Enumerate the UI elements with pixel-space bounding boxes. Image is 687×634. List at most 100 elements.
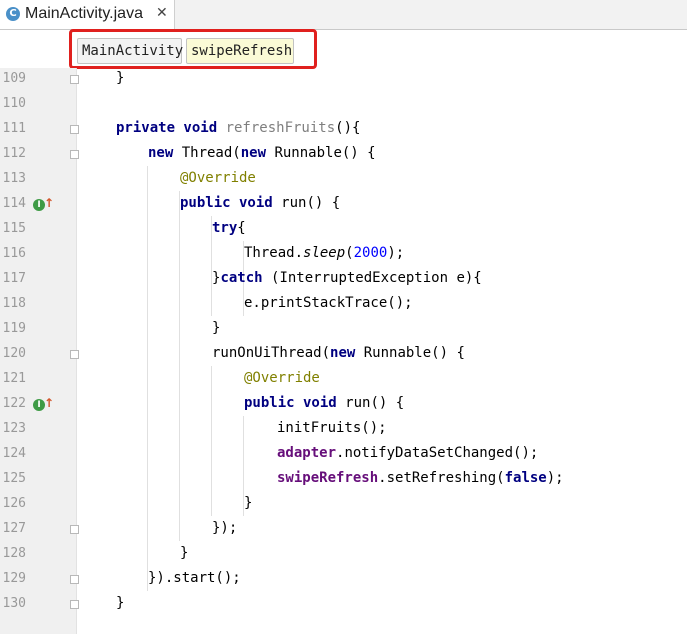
- code-token: }: [116, 70, 125, 86]
- code-line-114[interactable]: public void run() {: [180, 191, 340, 216]
- line-number: 121: [2, 371, 26, 386]
- code-token: @Override: [244, 370, 320, 386]
- close-icon[interactable]: ✕: [156, 5, 168, 21]
- code-token: Thread.: [244, 245, 304, 261]
- line-number: 119: [2, 321, 26, 336]
- code-token: refreshFruits: [225, 120, 336, 136]
- code-token: public void: [244, 395, 346, 411]
- code-line-126[interactable]: }: [244, 491, 252, 516]
- code-token: }).start();: [148, 570, 241, 586]
- code-line-123[interactable]: initFruits();: [277, 416, 387, 441]
- code-line-127[interactable]: });: [212, 516, 237, 541]
- line-number: 117: [2, 271, 26, 286]
- code-line-120[interactable]: runOnUiThread(new Runnable() {: [212, 341, 465, 366]
- line-number: 129: [2, 571, 26, 586]
- code-token: run() {: [281, 195, 341, 211]
- code-line-113[interactable]: @Override: [180, 166, 256, 191]
- code-token: @Override: [180, 170, 256, 186]
- up-arrow-icon: ↑: [44, 396, 55, 410]
- code-token: new: [240, 145, 275, 161]
- code-token: 2000: [353, 245, 388, 261]
- line-number: 118: [2, 296, 26, 311]
- code-token: e.printStackTrace();: [244, 295, 413, 311]
- java-class-icon: C: [6, 7, 20, 21]
- code-line-119[interactable]: }: [212, 316, 220, 341]
- code-token: run() {: [345, 395, 405, 411]
- code-token: try: [212, 220, 238, 236]
- code-token: (InterruptedException e){: [271, 270, 482, 286]
- code-line-117[interactable]: }catch (InterruptedException e){: [212, 266, 482, 291]
- code-line-128[interactable]: }: [180, 541, 188, 566]
- line-number: 110: [2, 96, 26, 111]
- code-line-122[interactable]: public void run() {: [244, 391, 404, 416]
- fold-marker[interactable]: [70, 525, 79, 534]
- code-token: public void: [180, 195, 282, 211]
- code-token: }: [212, 320, 221, 336]
- line-number: 114: [2, 196, 26, 211]
- line-number: 123: [2, 421, 26, 436]
- fold-marker[interactable]: [70, 600, 79, 609]
- code-line-121[interactable]: @Override: [244, 366, 320, 391]
- code-token: );: [387, 245, 405, 261]
- code-token: swipeRefresh: [277, 470, 379, 486]
- code-line-115[interactable]: try{: [212, 216, 246, 241]
- code-token: false: [504, 470, 547, 486]
- line-number: 112: [2, 146, 26, 161]
- line-number: 116: [2, 246, 26, 261]
- code-line-124[interactable]: adapter.notifyDataSetChanged();: [277, 441, 538, 466]
- code-token: catch: [220, 270, 272, 286]
- line-number: 125: [2, 471, 26, 486]
- line-number: 122: [2, 396, 26, 411]
- code-token: .notifyDataSetChanged();: [336, 445, 539, 461]
- line-number: 130: [2, 596, 26, 611]
- code-token: (){: [335, 120, 361, 136]
- line-number: 127: [2, 521, 26, 536]
- line-number: 124: [2, 446, 26, 461]
- code-line-116[interactable]: Thread.sleep(2000);: [244, 241, 404, 266]
- code-token: }: [244, 495, 253, 511]
- indent-guide: [147, 166, 148, 591]
- code-token: runOnUiThread(: [212, 345, 331, 361]
- code-line-112[interactable]: new Thread(new Runnable() {: [148, 141, 376, 166]
- code-token: Runnable() {: [274, 145, 376, 161]
- code-token: }: [180, 545, 189, 561]
- breadcrumb-highlight-box: [69, 29, 317, 69]
- line-number: 109: [2, 71, 26, 86]
- code-line-109[interactable]: }: [116, 66, 124, 91]
- code-line-118[interactable]: e.printStackTrace();: [244, 291, 413, 316]
- line-number: 128: [2, 546, 26, 561]
- code-token: );: [546, 470, 564, 486]
- fold-marker[interactable]: [70, 75, 79, 84]
- code-token: initFruits();: [277, 420, 387, 436]
- fold-marker[interactable]: [70, 575, 79, 584]
- editor-tab-bar: C MainActivity.java ✕: [0, 0, 687, 30]
- code-line-130[interactable]: }: [116, 591, 124, 616]
- code-token: });: [212, 520, 238, 536]
- code-token: Runnable() {: [363, 345, 465, 361]
- line-number: 120: [2, 346, 26, 361]
- code-token: adapter: [277, 445, 337, 461]
- tab-title: MainActivity.java: [25, 5, 143, 22]
- tab-main-activity[interactable]: C MainActivity.java ✕: [0, 0, 175, 29]
- code-token: Thread(: [181, 145, 241, 161]
- fold-marker[interactable]: [70, 350, 79, 359]
- code-token: private void: [116, 120, 226, 136]
- line-number: 113: [2, 171, 26, 186]
- code-token: new: [148, 145, 182, 161]
- code-line-111[interactable]: private void refreshFruits(){: [116, 116, 360, 141]
- code-line-125[interactable]: swipeRefresh.setRefreshing(false);: [277, 466, 564, 491]
- line-number: 126: [2, 496, 26, 511]
- indent-guide: [211, 366, 212, 516]
- line-number: 115: [2, 221, 26, 236]
- code-token: (: [345, 245, 354, 261]
- code-line-129[interactable]: }).start();: [148, 566, 241, 591]
- fold-marker[interactable]: [70, 150, 79, 159]
- code-token: {: [237, 220, 246, 236]
- fold-marker[interactable]: [70, 125, 79, 134]
- indent-guide: [179, 191, 180, 541]
- code-token: sleep: [303, 245, 346, 261]
- code-token: }: [116, 595, 125, 611]
- up-arrow-icon: ↑: [44, 196, 55, 210]
- line-number: 111: [2, 121, 26, 136]
- code-token: new: [330, 345, 364, 361]
